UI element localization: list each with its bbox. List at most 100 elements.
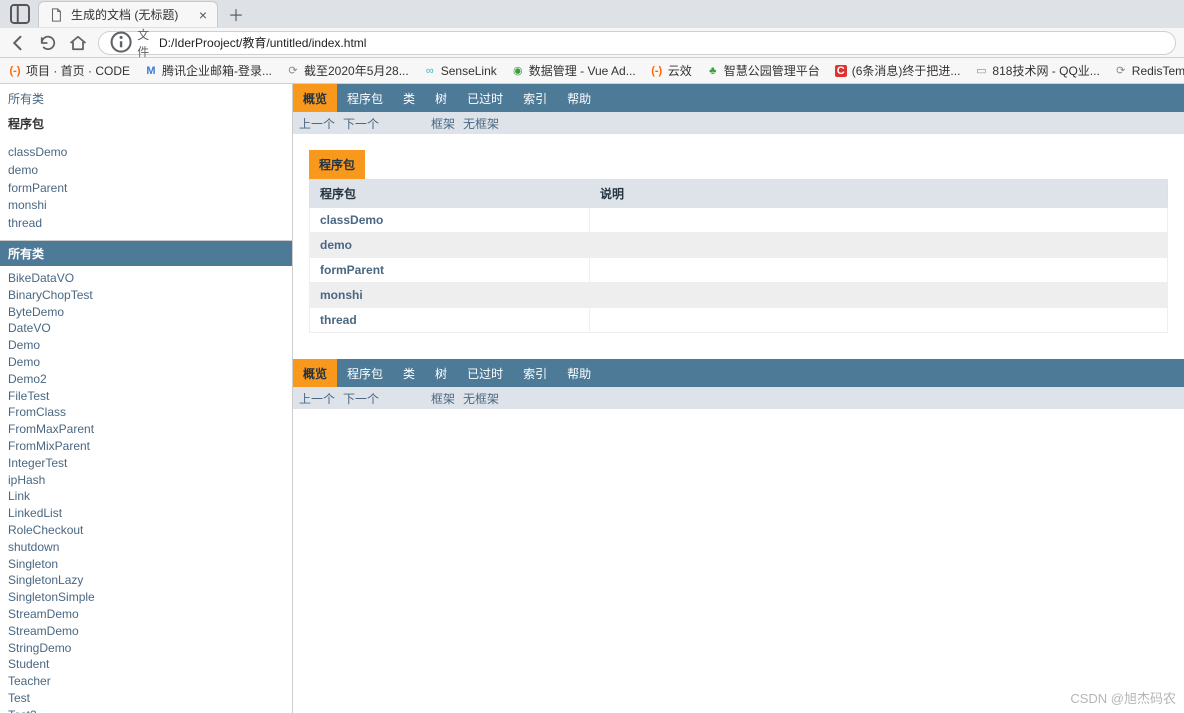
new-tab-button[interactable]: ＋ — [224, 2, 248, 26]
class-link[interactable]: Teacher — [8, 673, 284, 690]
bookmark-icon: M — [144, 64, 158, 78]
class-link[interactable]: StreamDemo — [8, 623, 284, 640]
nav-item[interactable]: 树 — [425, 359, 457, 387]
refresh-button[interactable] — [38, 33, 58, 53]
nav-item[interactable]: 概览 — [293, 359, 337, 387]
package-link[interactable]: classDemo — [8, 144, 284, 161]
sub-nav-top: 上一个 下一个 框架 无框架 — [293, 112, 1184, 134]
bookmark-item[interactable]: ◉数据管理 - Vue Ad... — [511, 62, 636, 79]
tab-title: 生成的文档 (无标题) — [71, 6, 178, 23]
class-link[interactable]: StreamDemo — [8, 606, 284, 623]
class-link[interactable]: DateVO — [8, 320, 284, 337]
page-icon — [49, 8, 63, 22]
bookmark-item[interactable]: (-) 项目 · 首页 · CODE — [8, 62, 130, 79]
frames-link[interactable]: 框架 — [431, 115, 455, 132]
back-button[interactable] — [8, 33, 28, 53]
class-link[interactable]: shutdown — [8, 539, 284, 556]
browser-chrome: 生成的文档 (无标题) × ＋ 文件 D:/IderProoject/教育/un… — [0, 0, 1184, 84]
class-link[interactable]: ipHash — [8, 472, 284, 489]
class-link[interactable]: BinaryChopTest — [8, 287, 284, 304]
class-link[interactable]: FileTest — [8, 388, 284, 405]
nav-item[interactable]: 概览 — [293, 84, 337, 112]
class-link[interactable]: BikeDataVO — [8, 270, 284, 287]
next-link[interactable]: 下一个 — [343, 115, 379, 132]
nav-item[interactable]: 类 — [393, 359, 425, 387]
bookmark-label: 云效 — [668, 62, 692, 79]
prev-link[interactable]: 上一个 — [299, 115, 335, 132]
bookmark-label: 腾讯企业邮箱-登录... — [162, 62, 272, 79]
nav-item[interactable]: 索引 — [513, 359, 557, 387]
all-classes-link[interactable]: 所有类 — [8, 92, 44, 106]
class-link[interactable]: Demo — [8, 337, 284, 354]
nav-item[interactable]: 已过时 — [457, 359, 513, 387]
class-link[interactable]: Singleton — [8, 556, 284, 573]
table-row: thread — [310, 308, 1168, 333]
nav-item[interactable]: 程序包 — [337, 84, 393, 112]
class-link[interactable]: IntegerTest — [8, 455, 284, 472]
left-column: 所有类 程序包 classDemodemoformParentmonshithr… — [0, 84, 293, 713]
info-icon: 文件 — [109, 26, 151, 60]
browser-tab[interactable]: 生成的文档 (无标题) × — [38, 1, 218, 27]
bookmark-item[interactable]: C(6条消息)终于把进... — [834, 62, 961, 79]
class-link[interactable]: Demo2 — [8, 371, 284, 388]
bookmark-item[interactable]: M 腾讯企业邮箱-登录... — [144, 62, 272, 79]
table-row: formParent — [310, 258, 1168, 283]
class-link[interactable]: StringDemo — [8, 640, 284, 657]
bookmark-item[interactable]: ⟳截至2020年5月28... — [286, 62, 409, 79]
prev-link[interactable]: 上一个 — [299, 390, 335, 407]
class-link[interactable]: Test2 — [8, 707, 284, 713]
nav-item[interactable]: 帮助 — [557, 359, 601, 387]
bookmark-icon: ▭ — [974, 64, 988, 78]
close-icon[interactable]: × — [199, 8, 207, 22]
classes-frame: 所有类 BikeDataVOBinaryChopTestByteDemoDate… — [0, 241, 292, 713]
nav-item[interactable]: 帮助 — [557, 84, 601, 112]
bookmark-label: 818技术网 - QQ业... — [992, 62, 1099, 79]
tab-panel-icon[interactable] — [8, 2, 32, 26]
class-link[interactable]: LinkedList — [8, 505, 284, 522]
class-link[interactable]: ByteDemo — [8, 304, 284, 321]
url-text: D:/IderProoject/教育/untitled/index.html — [159, 34, 366, 51]
nav-item[interactable]: 已过时 — [457, 84, 513, 112]
package-row-link[interactable]: demo — [320, 238, 352, 252]
next-link[interactable]: 下一个 — [343, 390, 379, 407]
noframes-link[interactable]: 无框架 — [463, 390, 499, 407]
bookmark-item[interactable]: ▭ 818技术网 - QQ业... — [974, 62, 1099, 79]
class-link[interactable]: SingletonSimple — [8, 589, 284, 606]
class-link[interactable]: RoleCheckout — [8, 522, 284, 539]
bookmark-icon: ♣ — [706, 64, 720, 78]
package-row-link[interactable]: formParent — [320, 263, 384, 277]
package-link[interactable]: demo — [8, 162, 284, 179]
bookmark-item[interactable]: ∞SenseLink — [423, 64, 497, 78]
nav-item[interactable]: 树 — [425, 84, 457, 112]
package-link[interactable]: formParent — [8, 180, 284, 197]
address-bar: 文件 D:/IderProoject/教育/untitled/index.htm… — [0, 28, 1184, 58]
class-link[interactable]: Demo — [8, 354, 284, 371]
nav-item[interactable]: 程序包 — [337, 359, 393, 387]
frames-link[interactable]: 框架 — [431, 390, 455, 407]
package-row-link[interactable]: monshi — [320, 288, 363, 302]
class-link[interactable]: Test — [8, 690, 284, 707]
package-link[interactable]: monshi — [8, 197, 284, 214]
table-row: demo — [310, 233, 1168, 258]
nav-item[interactable]: 类 — [393, 84, 425, 112]
package-link[interactable]: thread — [8, 215, 284, 232]
class-link[interactable]: Student — [8, 656, 284, 673]
package-row-link[interactable]: thread — [320, 313, 357, 327]
class-link[interactable]: FromMaxParent — [8, 421, 284, 438]
class-link[interactable]: SingletonLazy — [8, 572, 284, 589]
package-row-link[interactable]: classDemo — [320, 213, 383, 227]
bookmark-icon: (-) — [8, 64, 22, 78]
bookmark-item[interactable]: (-)云效 — [650, 62, 692, 79]
class-link[interactable]: Link — [8, 488, 284, 505]
class-link[interactable]: FromMixParent — [8, 438, 284, 455]
tab-strip: 生成的文档 (无标题) × ＋ — [0, 0, 1184, 28]
bookmark-item[interactable]: ♣智慧公园管理平台 — [706, 62, 820, 79]
bookmark-label: 项目 · 首页 · CODE — [26, 62, 130, 79]
class-link[interactable]: FromClass — [8, 404, 284, 421]
url-input[interactable]: 文件 D:/IderProoject/教育/untitled/index.htm… — [98, 31, 1176, 55]
nav-item[interactable]: 索引 — [513, 84, 557, 112]
noframes-link[interactable]: 无框架 — [463, 115, 499, 132]
bookmark-label: 数据管理 - Vue Ad... — [529, 62, 636, 79]
home-button[interactable] — [68, 33, 88, 53]
bookmark-item[interactable]: ⟳RedisTemplate访问... — [1114, 62, 1184, 79]
